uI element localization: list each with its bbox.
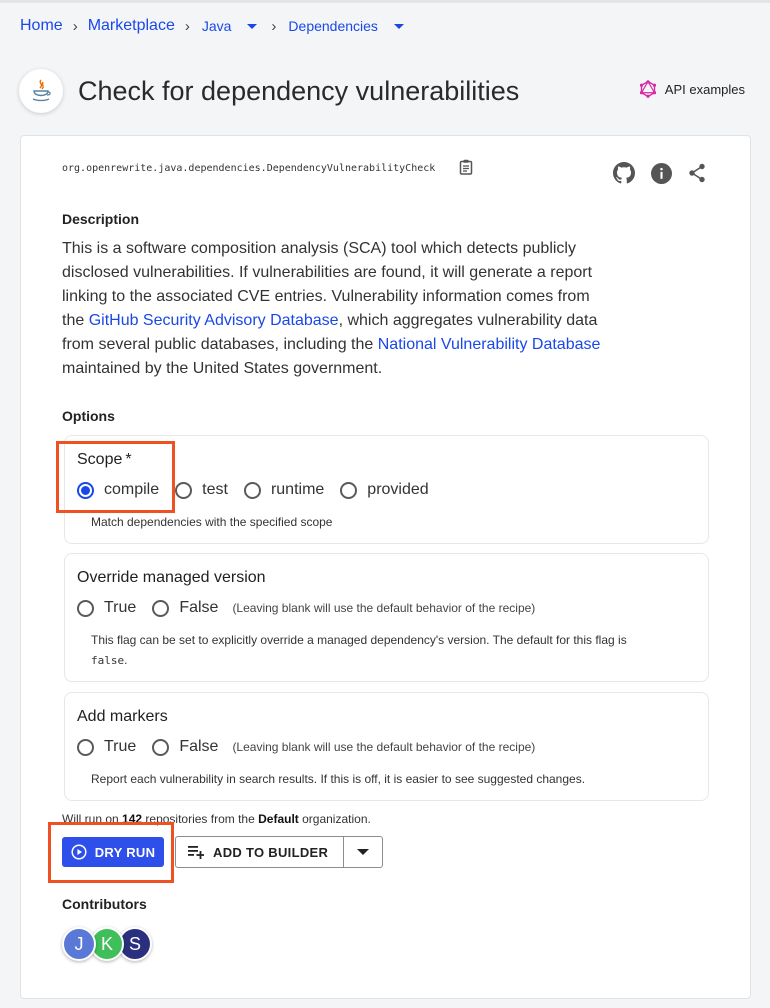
override-help-end: . xyxy=(124,653,128,667)
builder-menu-button[interactable] xyxy=(344,837,382,867)
builder-button-group: ADD TO BUILDER xyxy=(175,836,384,868)
github-icon[interactable] xyxy=(613,162,635,184)
nvd-link[interactable]: National Vulnerability Database xyxy=(378,336,601,353)
options-heading: Options xyxy=(62,408,115,424)
repository-count: 142 xyxy=(122,812,143,826)
markers-radio-true[interactable]: True xyxy=(77,738,136,756)
chevron-right-icon: › xyxy=(271,17,277,35)
add-to-builder-label: ADD TO BUILDER xyxy=(213,844,329,860)
contributors-list: J K S xyxy=(62,927,152,961)
scope-label-text: Scope xyxy=(77,451,123,468)
radio-label: test xyxy=(202,481,228,498)
breadcrumb: Home › Marketplace › Java › Dependencies xyxy=(20,17,410,35)
breadcrumb-language: Java xyxy=(201,18,232,34)
copy-icon[interactable] xyxy=(459,159,473,180)
playlist-add-icon xyxy=(188,846,204,859)
scope-radio-group: compile test runtime provided xyxy=(77,481,445,499)
run-info-text: repositories from the xyxy=(142,812,259,826)
chevron-right-icon: › xyxy=(72,17,78,35)
dry-run-label: DRY RUN xyxy=(94,844,156,860)
markers-help: Report each vulnerability in search resu… xyxy=(91,772,586,786)
scope-help: Match dependencies with the specified sc… xyxy=(91,515,333,529)
caret-down-icon xyxy=(393,23,404,29)
override-option: Override managed version True False (Lea… xyxy=(64,553,709,682)
scope-radio-runtime[interactable]: runtime xyxy=(243,481,325,499)
override-help: This flag can be set to explicitly overr… xyxy=(91,630,691,671)
radio-selected-icon xyxy=(77,481,94,499)
scope-option: Scope * compile test runtime provided Mat… xyxy=(64,435,709,544)
play-circle-icon xyxy=(71,844,87,860)
override-label: Override managed version xyxy=(77,569,266,586)
scope-radio-provided[interactable]: provided xyxy=(340,481,429,499)
breadcrumb-language-dropdown[interactable]: Java xyxy=(200,18,264,34)
radio-label: provided xyxy=(367,481,429,498)
scope-radio-compile[interactable]: compile xyxy=(77,481,159,499)
github-advisory-link[interactable]: GitHub Security Advisory Database xyxy=(89,312,339,329)
run-info-text: organization. xyxy=(298,812,371,826)
radio-icon xyxy=(243,481,261,499)
markers-hint: (Leaving blank will use the default beha… xyxy=(232,740,536,754)
override-help-code: false xyxy=(91,654,125,667)
graphql-icon xyxy=(639,80,656,98)
radio-label: True xyxy=(104,738,137,755)
run-info: Will run on 142 repositories from the De… xyxy=(62,812,371,826)
override-radio-false[interactable]: False xyxy=(152,599,218,617)
override-help-text: This flag can be set to explicitly overr… xyxy=(91,633,627,647)
radio-icon xyxy=(340,481,358,499)
api-examples-link[interactable]: API examples xyxy=(639,80,745,98)
markers-option: Add markers True False (Leaving blank wi… xyxy=(64,692,709,801)
description-text: This is a software composition analysis … xyxy=(62,237,602,381)
organization-name: Default xyxy=(258,812,299,826)
dry-run-button[interactable]: DRY RUN xyxy=(62,837,164,867)
radio-icon xyxy=(77,738,94,756)
radio-label: runtime xyxy=(270,481,325,498)
share-icon[interactable] xyxy=(688,163,706,183)
breadcrumb-category-dropdown[interactable]: Dependencies xyxy=(286,18,410,34)
info-icon[interactable] xyxy=(651,162,672,184)
breadcrumb-category: Dependencies xyxy=(288,18,378,34)
top-border xyxy=(0,0,770,3)
markers-label: Add markers xyxy=(77,708,168,725)
radio-icon xyxy=(152,599,170,617)
run-info-text: Will run on xyxy=(62,812,123,826)
page-header: Check for dependency vulnerabilities API… xyxy=(19,68,749,114)
scope-label: Scope * xyxy=(77,451,132,469)
radio-icon xyxy=(77,599,94,617)
radio-label: True xyxy=(104,599,137,616)
override-hint: (Leaving blank will use the default beha… xyxy=(232,601,536,615)
api-examples-label: API examples xyxy=(664,81,745,97)
recipe-card: org.openrewrite.java.dependencies.Depend… xyxy=(20,135,751,999)
description-heading: Description xyxy=(62,211,140,227)
recipe-id: org.openrewrite.java.dependencies.Depend… xyxy=(62,163,436,174)
recipe-actions xyxy=(613,162,706,184)
add-to-builder-button[interactable]: ADD TO BUILDER xyxy=(176,837,345,867)
chevron-right-icon: › xyxy=(184,17,190,35)
contributors-heading: Contributors xyxy=(62,896,147,912)
radio-label: compile xyxy=(104,481,160,498)
breadcrumb-home[interactable]: Home xyxy=(20,17,63,35)
scope-radio-test[interactable]: test xyxy=(175,481,228,499)
required-mark: * xyxy=(125,451,132,468)
radio-icon xyxy=(152,738,170,756)
description-text-part: maintained by the United States governme… xyxy=(62,360,383,377)
override-radio-true[interactable]: True xyxy=(77,599,136,617)
markers-radio-group: True False (Leaving blank will use the d… xyxy=(77,738,535,756)
caret-down-icon xyxy=(357,849,370,855)
avatar[interactable]: J xyxy=(62,927,96,961)
breadcrumb-marketplace[interactable]: Marketplace xyxy=(88,17,175,35)
java-logo-icon xyxy=(19,69,63,113)
radio-icon xyxy=(175,481,193,499)
page-title: Check for dependency vulnerabilities xyxy=(78,76,520,106)
override-radio-group: True False (Leaving blank will use the d… xyxy=(77,599,535,617)
markers-radio-false[interactable]: False xyxy=(152,738,218,756)
radio-label: False xyxy=(179,599,219,616)
caret-down-icon xyxy=(247,23,258,29)
radio-label: False xyxy=(179,738,219,755)
